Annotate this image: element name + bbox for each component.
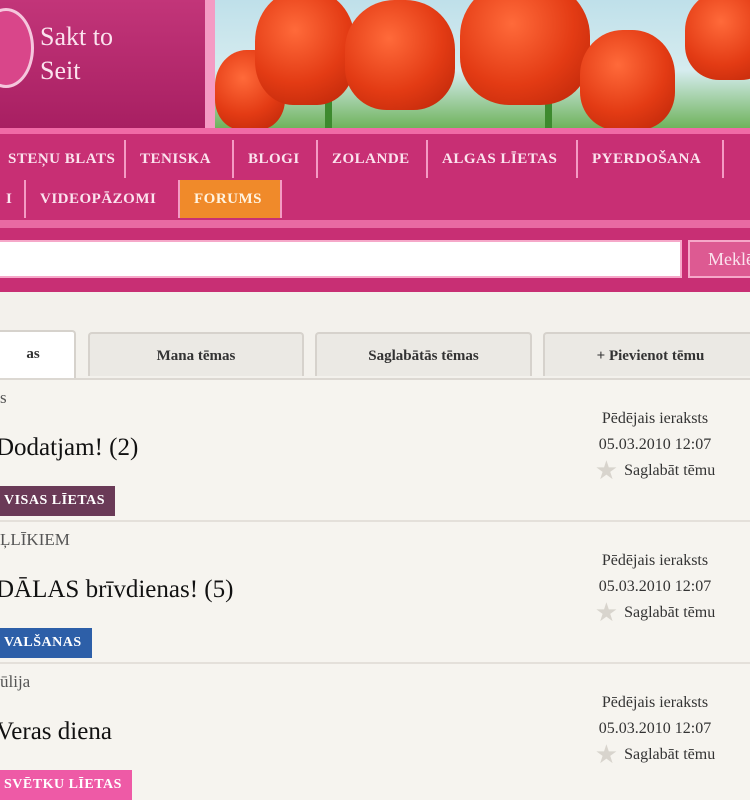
nav-item[interactable]: ALGAS LĪETAS bbox=[428, 140, 578, 178]
topic-title[interactable]: DĀLAS brīvdienas! (5) bbox=[0, 576, 233, 604]
last-post-date: 05.03.2010 12:07 bbox=[598, 720, 712, 737]
last-post-date: 05.03.2010 12:07 bbox=[598, 436, 712, 453]
topic-row[interactable]: ĻLĪKIEM DĀLAS brīvdienas! (5) VALŠANAS P… bbox=[0, 522, 750, 664]
nav-item[interactable]: ZOLANDE bbox=[318, 140, 428, 178]
nav-item-forums[interactable]: FORUMS bbox=[180, 180, 282, 218]
save-topic-button[interactable]: ★ Saglabāt tēmu bbox=[560, 600, 750, 626]
topic-title[interactable]: Dodatjam! (2) bbox=[0, 434, 138, 462]
logo[interactable]: Sakt to Seit bbox=[0, 0, 205, 128]
last-post-date: 05.03.2010 12:07 bbox=[598, 578, 712, 595]
save-topic-button[interactable]: ★ Saglabāt tēmu bbox=[560, 742, 750, 768]
topic-category-badge[interactable]: VALŠANAS bbox=[0, 628, 92, 658]
tab-saved-topics[interactable]: Saglabātās tēmas bbox=[315, 332, 532, 376]
search-button[interactable]: Meklēt bbox=[688, 240, 750, 278]
star-icon: ★ bbox=[594, 456, 619, 485]
topic-category-badge[interactable]: VISAS LĪETAS bbox=[0, 486, 116, 516]
topic-author[interactable]: s bbox=[0, 388, 7, 408]
save-topic-label: Saglabāt tēmu bbox=[624, 462, 716, 479]
star-icon: ★ bbox=[594, 598, 619, 627]
topic-last-post: Pēdējais ieraksts 05.03.2010 12:07 ★ Sag… bbox=[560, 548, 750, 626]
nav-row-2: I VIDEOPĀZOMI FORUMS bbox=[0, 180, 282, 218]
last-post-label: Pēdējais ieraksts bbox=[601, 410, 709, 427]
save-topic-label: Saglabāt tēmu bbox=[624, 746, 716, 763]
search-input[interactable] bbox=[0, 240, 682, 278]
topic-author[interactable]: ūlija bbox=[0, 672, 30, 692]
nav-row-1: STEŅU BLATS TENISKA BLOGI ZOLANDE ALGAS … bbox=[0, 140, 750, 178]
main-navigation: STEŅU BLATS TENISKA BLOGI ZOLANDE ALGAS … bbox=[0, 128, 750, 228]
site-header: Sakt to Seit bbox=[0, 0, 750, 128]
topic-title[interactable]: Veras diena bbox=[0, 718, 112, 746]
star-icon: ★ bbox=[594, 740, 619, 769]
topic-row[interactable]: ūlija Veras diena SVĒTKU LĪETAS Pēdējais… bbox=[0, 664, 750, 800]
nav-item[interactable]: PYERDOŠANA bbox=[578, 140, 724, 178]
logo-text: Sakt to Seit bbox=[40, 22, 113, 85]
nav-item[interactable]: I bbox=[0, 180, 26, 218]
tab-my-topics[interactable]: Mana tēmas bbox=[88, 332, 304, 376]
topic-author[interactable]: ĻLĪKIEM bbox=[0, 530, 70, 550]
search-bar: Meklēt bbox=[0, 228, 750, 292]
save-topic-label: Saglabāt tēmu bbox=[624, 604, 716, 621]
tab-add-topic[interactable]: + Pievienot tēmu bbox=[543, 332, 750, 376]
tulip-banner-image bbox=[215, 0, 750, 128]
nav-item[interactable] bbox=[724, 140, 750, 178]
topic-list: s Dodatjam! (2) VISAS LĪETAS Pēdējais ie… bbox=[0, 378, 750, 800]
header-divider bbox=[205, 0, 215, 128]
nav-item[interactable]: BLOGI bbox=[234, 140, 318, 178]
topic-row[interactable]: s Dodatjam! (2) VISAS LĪETAS Pēdējais ie… bbox=[0, 380, 750, 522]
topic-category-badge[interactable]: SVĒTKU LĪETAS bbox=[0, 770, 132, 800]
last-post-label: Pēdējais ieraksts bbox=[601, 694, 709, 711]
forum-tabs: as Mana tēmas Saglabātās tēmas + Pievien… bbox=[0, 330, 750, 378]
topic-last-post: Pēdējais ieraksts 05.03.2010 12:07 ★ Sag… bbox=[560, 690, 750, 768]
tab-all-topics[interactable]: as bbox=[0, 330, 76, 378]
nav-item[interactable]: STEŅU BLATS bbox=[0, 140, 126, 178]
save-topic-button[interactable]: ★ Saglabāt tēmu bbox=[560, 458, 750, 484]
nav-item[interactable]: VIDEOPĀZOMI bbox=[26, 180, 180, 218]
nav-item[interactable]: TENISKA bbox=[126, 140, 234, 178]
logo-mark-icon bbox=[0, 8, 34, 88]
last-post-label: Pēdējais ieraksts bbox=[601, 552, 709, 569]
topic-last-post: Pēdējais ieraksts 05.03.2010 12:07 ★ Sag… bbox=[560, 406, 750, 484]
